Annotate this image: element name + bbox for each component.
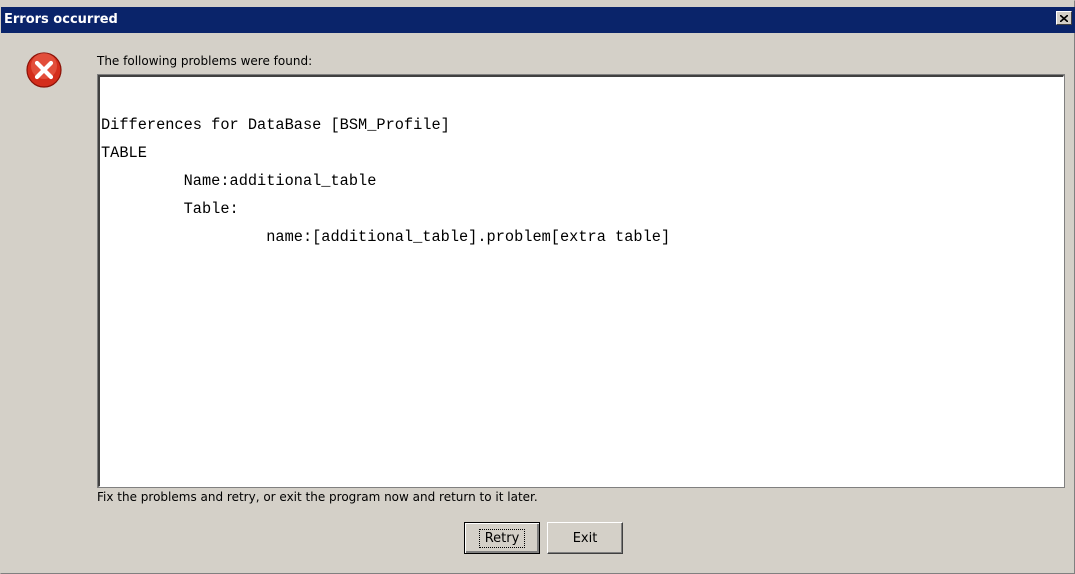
close-icon bbox=[1060, 14, 1068, 22]
details-line: name:[additional_table].problem[extra ta… bbox=[101, 228, 671, 246]
retry-button-label: Retry bbox=[478, 528, 526, 548]
close-button[interactable] bbox=[1056, 11, 1072, 25]
exit-button[interactable]: Exit bbox=[547, 522, 623, 554]
window-title: Errors occurred bbox=[4, 12, 118, 27]
problem-details-textarea[interactable]: Differences for DataBase [BSM_Profile] T… bbox=[97, 74, 1065, 488]
error-dialog: Errors occurred The following problems w… bbox=[0, 0, 1075, 574]
problems-found-label: The following problems were found: bbox=[97, 54, 313, 68]
details-line: Name:additional_table bbox=[101, 172, 377, 190]
details-line: TABLE bbox=[101, 144, 147, 162]
error-icon bbox=[26, 52, 62, 88]
title-bar[interactable]: Errors occurred bbox=[1, 7, 1075, 33]
details-line: Table: bbox=[101, 200, 239, 218]
details-line: Differences for DataBase [BSM_Profile] bbox=[101, 116, 450, 134]
exit-button-label: Exit bbox=[572, 530, 598, 546]
instruction-text: Fix the problems and retry, or exit the … bbox=[97, 490, 538, 504]
retry-button[interactable]: Retry bbox=[464, 522, 540, 554]
